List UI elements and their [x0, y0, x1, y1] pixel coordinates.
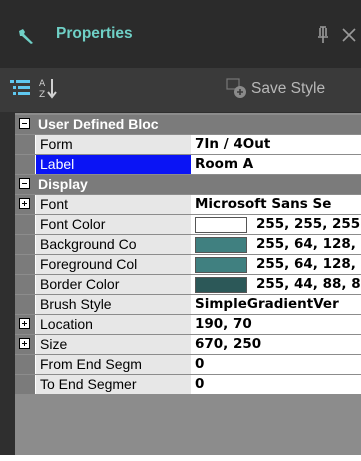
property-value[interactable]: 190, 70: [192, 315, 361, 334]
save-style-label: Save Style: [251, 80, 326, 97]
svg-text:A: A: [39, 79, 46, 89]
color-swatch: [195, 257, 247, 273]
property-name: From End Segm: [36, 355, 191, 374]
property-value[interactable]: SimpleGradientVer: [192, 295, 361, 314]
property-value[interactable]: 255, 64, 128, 1: [192, 235, 361, 254]
property-name: Brush Style: [36, 295, 191, 314]
expand-icon[interactable]: [19, 318, 30, 329]
property-row-brush-style[interactable]: Brush Style SimpleGradientVer: [15, 295, 361, 314]
property-name: Font: [36, 195, 191, 214]
property-row-location[interactable]: Location 190, 70: [15, 315, 361, 334]
property-value[interactable]: Microsoft Sans Se: [192, 195, 361, 214]
wrench-icon: [19, 29, 33, 44]
collapse-icon[interactable]: [19, 178, 30, 189]
property-value[interactable]: 0: [192, 355, 361, 374]
property-name: Background Co: [36, 235, 191, 254]
expand-icon[interactable]: [19, 198, 30, 209]
category-label: Display: [38, 176, 88, 192]
close-icon[interactable]: [341, 27, 357, 43]
property-row-background-color[interactable]: Background Co 255, 64, 128, 1: [15, 235, 361, 254]
property-name: Label: [36, 155, 191, 174]
property-name: Size: [36, 335, 191, 354]
property-row-foreground-color[interactable]: Foreground Col 255, 64, 128, 1: [15, 255, 361, 274]
pin-icon[interactable]: [315, 26, 331, 44]
category-user-defined[interactable]: User Defined Bloc: [15, 115, 361, 134]
property-row-from-end-segment[interactable]: From End Segm 0: [15, 355, 361, 374]
panel-title: Properties: [56, 25, 133, 42]
property-name: Border Color: [36, 275, 191, 294]
property-name: Form: [36, 135, 191, 154]
svg-text:Z: Z: [39, 90, 45, 100]
property-value[interactable]: 0: [192, 375, 361, 394]
property-name: Font Color: [36, 215, 191, 234]
property-value[interactable]: 255, 255, 255,: [192, 215, 361, 234]
property-value[interactable]: 7In / 4Out: [192, 135, 361, 154]
property-value[interactable]: Room A: [192, 155, 361, 174]
collapse-icon[interactable]: [19, 118, 30, 129]
property-row-font-color[interactable]: Font Color 255, 255, 255,: [15, 215, 361, 234]
property-name: Foreground Col: [36, 255, 191, 274]
property-row-size[interactable]: Size 670, 250: [15, 335, 361, 354]
property-row-form[interactable]: Form 7In / 4Out: [15, 135, 361, 154]
category-display[interactable]: Display: [15, 175, 361, 194]
property-row-to-end-segment[interactable]: To End Segmer 0: [15, 375, 361, 394]
save-style-icon: [226, 78, 246, 98]
properties-toolbar: A Z Save Style: [0, 68, 361, 112]
properties-panel: Properties A Z Save Style User Defined B…: [0, 0, 361, 457]
property-value[interactable]: 255, 64, 128, 1: [192, 255, 361, 274]
property-grid: User Defined Bloc Form 7In / 4Out Label …: [15, 113, 361, 457]
property-name: Location: [36, 315, 191, 334]
save-style-button[interactable]: Save Style: [225, 74, 361, 102]
color-swatch: [195, 237, 247, 253]
property-row-label[interactable]: Label Room A: [15, 155, 361, 174]
sort-alphabetical-icon[interactable]: A Z: [37, 76, 61, 100]
color-swatch: [195, 277, 247, 293]
panel-titlebar: Properties: [0, 0, 361, 68]
property-row-font[interactable]: Font Microsoft Sans Se: [15, 195, 361, 214]
property-value[interactable]: 255, 44, 88, 88: [192, 275, 361, 294]
property-name: To End Segmer: [36, 375, 191, 394]
property-row-border-color[interactable]: Border Color 255, 44, 88, 88: [15, 275, 361, 294]
property-value[interactable]: 670, 250: [192, 335, 361, 354]
categorized-view-icon[interactable]: [9, 78, 31, 98]
panel-bottom-edge: [0, 455, 361, 461]
color-swatch: [195, 217, 247, 233]
category-label: User Defined Bloc: [38, 116, 159, 132]
expand-icon[interactable]: [19, 338, 30, 349]
